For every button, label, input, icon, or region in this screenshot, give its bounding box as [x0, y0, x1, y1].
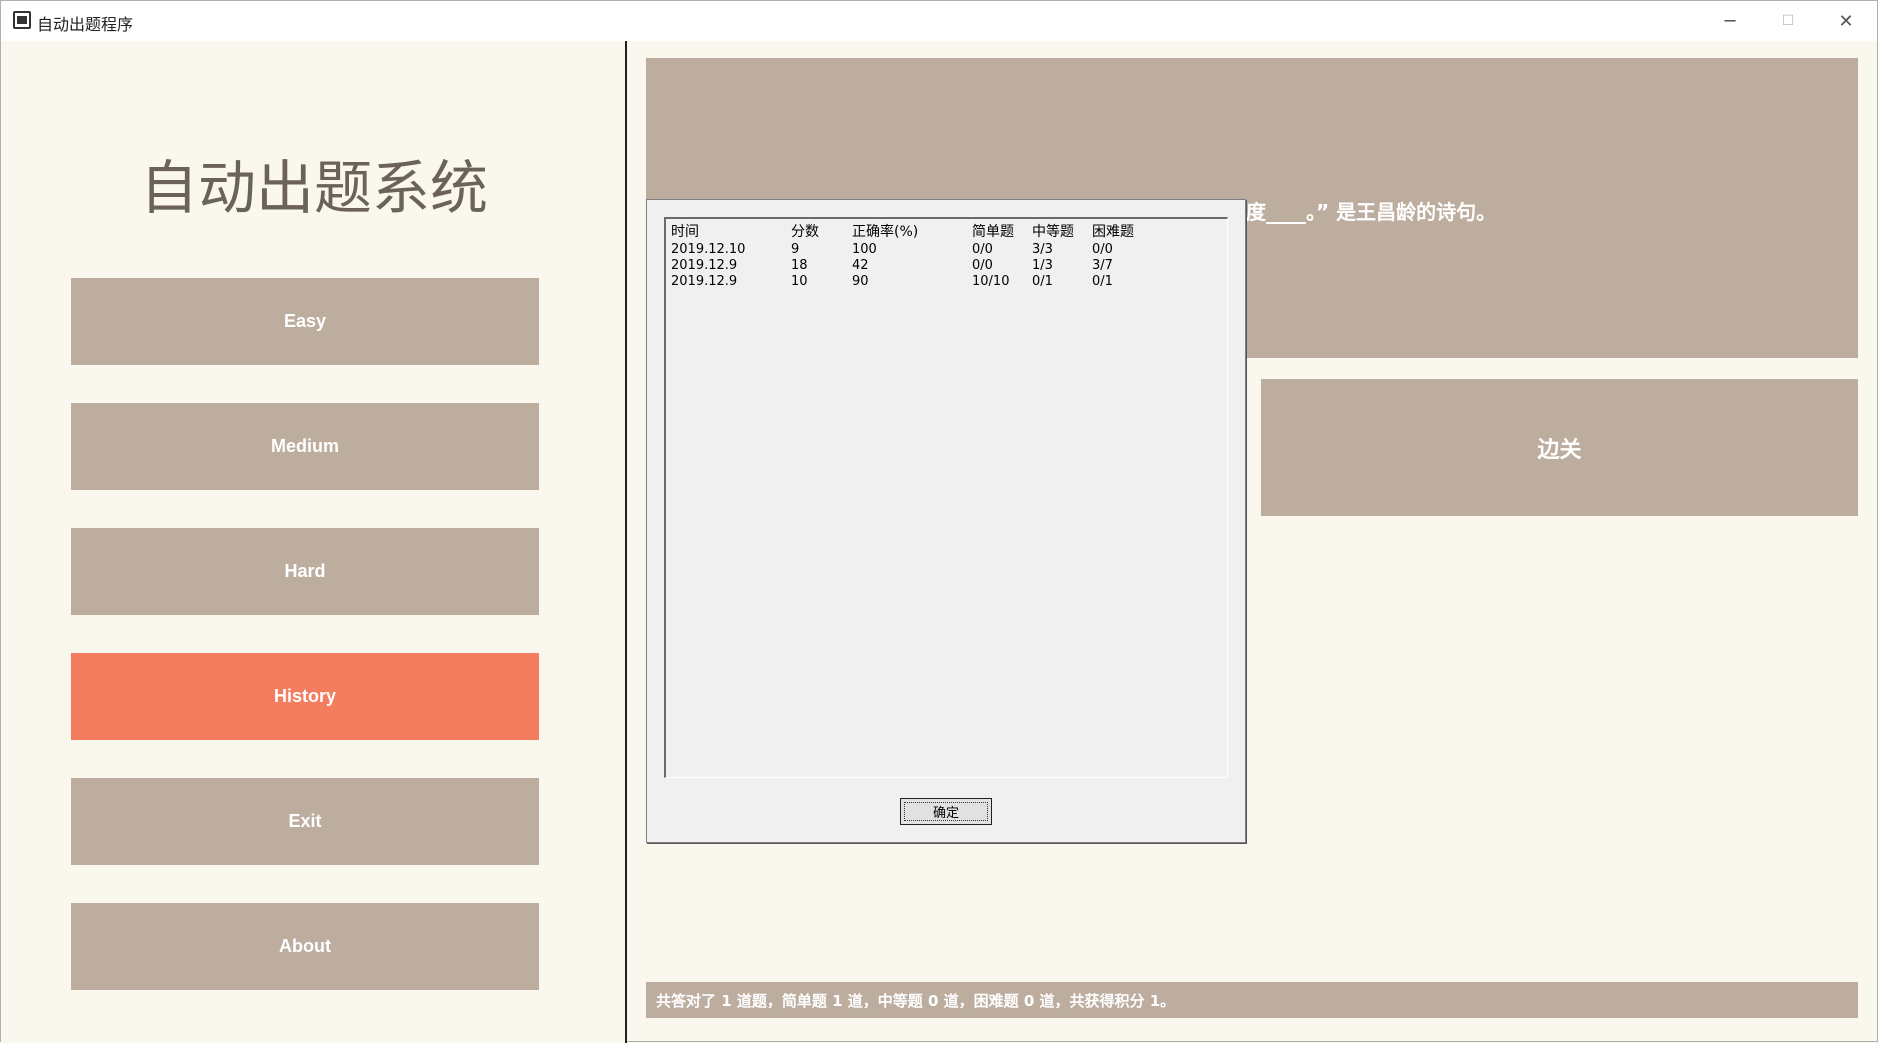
cell-hard: 3/7 [1092, 257, 1113, 273]
about-button[interactable]: About [71, 903, 539, 990]
title-bar: 自动出题程序 ─ ☐ ✕ [1, 1, 1877, 41]
exit-button[interactable]: Exit [71, 778, 539, 865]
cell-hard: 0/1 [1092, 273, 1113, 289]
history-list[interactable]: 时间 分数 正确率(%) 简单题 中等题 困难题 2019.12.10 9 10… [664, 217, 1228, 778]
history-header-row: 时间 分数 正确率(%) 简单题 中等题 困难题 [671, 221, 1152, 241]
column-header-score: 分数 [791, 224, 819, 240]
history-row[interactable]: 2019.12.9 18 42 0/0 1/3 3/7 [671, 257, 1152, 273]
history-table: 时间 分数 正确率(%) 简单题 中等题 困难题 2019.12.10 9 10… [671, 221, 1152, 289]
answer-option-button[interactable]: 边关 [1261, 379, 1858, 516]
cell-accuracy: 100 [852, 241, 877, 257]
cell-score: 9 [791, 241, 800, 257]
maximize-button[interactable]: ☐ [1759, 1, 1817, 41]
cell-accuracy: 90 [852, 273, 869, 289]
column-header-medium: 中等题 [1032, 224, 1074, 240]
system-title: 自动出题系统 [139, 154, 488, 222]
cell-easy: 0/0 [972, 241, 993, 257]
history-row[interactable]: 2019.12.10 9 100 0/0 3/3 0/0 [671, 241, 1152, 257]
cell-medium: 0/1 [1032, 273, 1053, 289]
app-icon [13, 11, 31, 29]
easy-button[interactable]: Easy [71, 278, 539, 365]
minimize-button[interactable]: ─ [1701, 1, 1759, 41]
cell-easy: 10/10 [972, 273, 1010, 289]
history-row[interactable]: 2019.12.9 10 90 10/10 0/1 0/1 [671, 273, 1152, 289]
cell-accuracy: 42 [852, 257, 869, 273]
app-window: 自动出题程序 ─ ☐ ✕ 自动出题系统 Easy Medium Hard His… [0, 0, 1878, 1043]
cell-score: 18 [791, 257, 808, 273]
hard-button[interactable]: Hard [71, 528, 539, 615]
cell-hard: 0/0 [1092, 241, 1113, 257]
history-button[interactable]: History [71, 653, 539, 740]
medium-button[interactable]: Medium [71, 403, 539, 490]
ok-button[interactable]: 确定 [900, 798, 992, 825]
cell-score: 10 [791, 273, 808, 289]
cell-time: 2019.12.10 [671, 241, 746, 257]
column-header-easy: 简单题 [972, 224, 1014, 240]
sidebar: 自动出题系统 Easy Medium Hard History Exit Abo… [1, 41, 627, 1043]
column-header-hard: 困难题 [1092, 224, 1134, 240]
window-title: 自动出题程序 [37, 15, 134, 34]
cell-easy: 0/0 [972, 257, 993, 273]
cell-time: 2019.12.9 [671, 273, 738, 289]
cell-medium: 1/3 [1032, 257, 1053, 273]
question-text: 度____。” 是王昌龄的诗句。 [1246, 200, 1497, 224]
history-dialog: 时间 分数 正确率(%) 简单题 中等题 困难题 2019.12.10 9 10… [646, 199, 1246, 843]
score-status: 共答对了 1 道题，简单题 1 道，中等题 0 道，困难题 0 道，共获得积分 … [646, 982, 1858, 1018]
column-header-time: 时间 [671, 224, 699, 240]
column-header-accuracy: 正确率(%) [852, 224, 919, 240]
cell-medium: 3/3 [1032, 241, 1053, 257]
cell-time: 2019.12.9 [671, 257, 738, 273]
close-button[interactable]: ✕ [1817, 1, 1875, 41]
